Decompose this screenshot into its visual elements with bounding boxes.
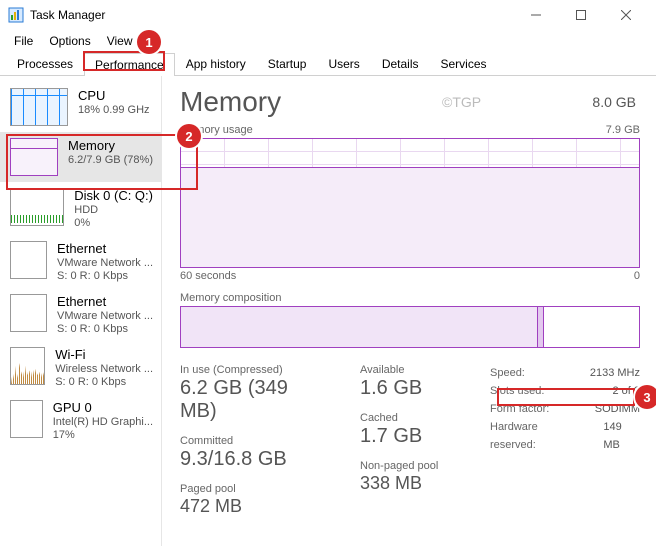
minimize-button[interactable]	[513, 0, 558, 30]
ethernet-thumb-icon	[10, 294, 47, 332]
tab-processes[interactable]: Processes	[6, 52, 84, 75]
watermark: ©TGP	[442, 94, 481, 110]
sidebar-item-label: Ethernet	[57, 294, 153, 309]
stat-cached-value: 1.7 GB	[360, 425, 460, 448]
app-icon	[8, 7, 24, 23]
sidebar-item-sub: VMware Network ...	[57, 310, 153, 322]
disk-thumb-icon	[10, 188, 64, 226]
menu-file[interactable]: File	[6, 32, 41, 50]
stat-committed-value: 9.3/16.8 GB	[180, 448, 330, 471]
sidebar-item-ethernet-2[interactable]: Ethernet VMware Network ... S: 0 R: 0 Kb…	[0, 288, 161, 341]
sidebar-item-sub2: 0%	[74, 217, 153, 229]
tab-bar: Processes Performance App history Startu…	[0, 52, 656, 76]
annotation-callout-1: 1	[137, 30, 161, 54]
sidebar-item-sub: Intel(R) HD Graphi...	[53, 416, 153, 428]
stat-in-use-value: 6.2 GB (349 MB)	[180, 377, 330, 423]
sidebar-item-sub2: S: 0 R: 0 Kbps	[57, 270, 153, 282]
sidebar-item-label: CPU	[78, 88, 153, 103]
composition-label: Memory composition	[180, 292, 640, 304]
menu-bar: File Options View	[0, 30, 656, 52]
minimize-icon	[531, 10, 541, 20]
sidebar-item-sub: 18% 0.99 GHz	[78, 104, 153, 116]
sidebar-item-sub2: S: 0 R: 0 Kbps	[57, 323, 153, 335]
sidebar-item-label: Ethernet	[57, 241, 153, 256]
tab-performance[interactable]: Performance	[84, 53, 175, 76]
stat-paged-label: Paged pool	[180, 483, 330, 495]
hw-form-value: SODIMM	[595, 400, 640, 418]
wifi-thumb-icon	[10, 347, 45, 385]
memory-composition-chart	[180, 306, 640, 348]
stat-cached-label: Cached	[360, 412, 460, 424]
usage-axis-left: 60 seconds	[180, 270, 236, 282]
sidebar-item-label: Memory	[68, 138, 153, 153]
ethernet-thumb-icon	[10, 241, 47, 279]
stat-paged-value: 472 MB	[180, 496, 330, 517]
memory-detail-pane: Memory 8.0 GB ©TGP Memory usage 7.9 GB 6…	[162, 76, 656, 546]
stat-in-use-label: In use (Compressed)	[180, 364, 330, 376]
maximize-button[interactable]	[558, 0, 603, 30]
hw-speed-value: 2133 MHz	[590, 364, 640, 382]
stat-nonpaged-value: 338 MB	[360, 473, 460, 494]
hw-form-key: Form factor:	[490, 400, 549, 418]
tab-services[interactable]: Services	[430, 52, 498, 75]
annotation-callout-3: 3	[635, 385, 656, 409]
sidebar-item-label: Wi-Fi	[55, 347, 153, 362]
sidebar-item-label: GPU 0	[53, 400, 153, 415]
sidebar-item-cpu[interactable]: CPU 18% 0.99 GHz	[0, 82, 161, 132]
stat-nonpaged-label: Non-paged pool	[360, 460, 460, 472]
hw-slots-key: Slots used:	[490, 382, 544, 400]
stat-available-value: 1.6 GB	[360, 377, 460, 400]
sidebar-item-sub: 6.2/7.9 GB (78%)	[68, 154, 153, 166]
gpu-thumb-icon	[10, 400, 43, 438]
sidebar-item-sub: HDD	[74, 204, 153, 216]
hw-reserved-key: Hardware reserved:	[490, 418, 583, 454]
maximize-icon	[576, 10, 586, 20]
tab-app-history[interactable]: App history	[175, 52, 257, 75]
annotation-callout-2: 2	[177, 124, 201, 148]
memory-usage-chart	[180, 138, 640, 268]
tab-details[interactable]: Details	[371, 52, 430, 75]
hw-reserved-value: 149 MB	[603, 418, 640, 454]
stat-available-label: Available	[360, 364, 460, 376]
window-title: Task Manager	[30, 8, 105, 22]
memory-thumb-icon	[10, 138, 58, 176]
title-bar: Task Manager	[0, 0, 656, 30]
sidebar-item-disk-0[interactable]: Disk 0 (C: Q:) HDD 0%	[0, 182, 161, 235]
sidebar-item-ethernet-1[interactable]: Ethernet VMware Network ... S: 0 R: 0 Kb…	[0, 235, 161, 288]
sidebar-item-sub2: S: 0 R: 0 Kbps	[55, 376, 153, 388]
menu-options[interactable]: Options	[41, 32, 98, 50]
usage-axis-right: 0	[634, 270, 640, 282]
sidebar-item-label: Disk 0 (C: Q:)	[74, 188, 153, 203]
cpu-thumb-icon	[10, 88, 68, 126]
tab-startup[interactable]: Startup	[257, 52, 318, 75]
close-button[interactable]	[603, 0, 648, 30]
page-title: Memory	[180, 86, 640, 118]
tab-users[interactable]: Users	[317, 52, 370, 75]
hw-speed-key: Speed:	[490, 364, 525, 382]
performance-sidebar: CPU 18% 0.99 GHz Memory 6.2/7.9 GB (78%)…	[0, 76, 162, 546]
close-icon	[621, 10, 631, 20]
sidebar-item-sub: VMware Network ...	[57, 257, 153, 269]
menu-view[interactable]: View	[99, 32, 141, 50]
sidebar-item-sub: Wireless Network ...	[55, 363, 153, 375]
sidebar-item-gpu-0[interactable]: GPU 0 Intel(R) HD Graphi... 17%	[0, 394, 161, 447]
sidebar-item-wifi[interactable]: Wi-Fi Wireless Network ... S: 0 R: 0 Kbp…	[0, 341, 161, 394]
sidebar-item-sub2: 17%	[53, 429, 153, 441]
sidebar-item-memory[interactable]: Memory 6.2/7.9 GB (78%)	[0, 132, 161, 182]
total-ram: 8.0 GB	[592, 94, 636, 110]
usage-chart-max: 7.9 GB	[606, 124, 640, 136]
stat-committed-label: Committed	[180, 435, 330, 447]
